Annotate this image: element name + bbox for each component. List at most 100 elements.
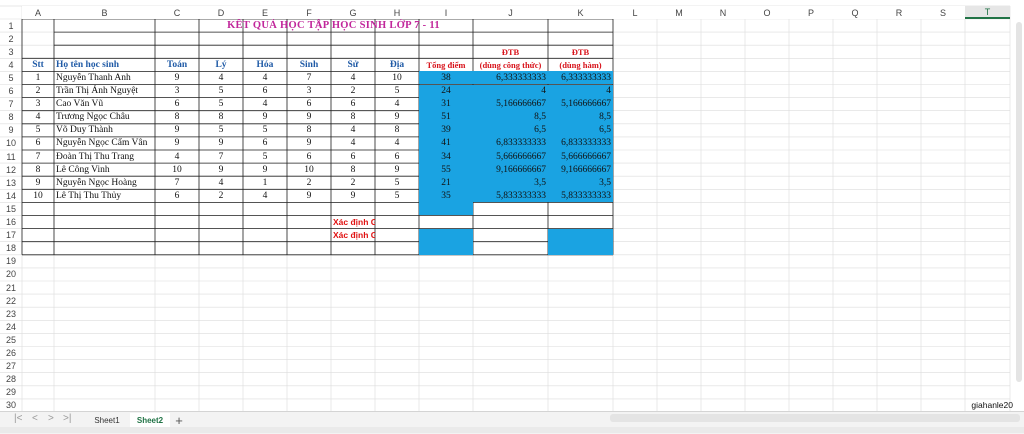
table-cell-ly[interactable]: 9 xyxy=(199,137,243,150)
table-cell-ly[interactable]: 2 xyxy=(199,189,243,202)
table-cell-name[interactable]: Cao Văn Vũ xyxy=(54,98,155,111)
column-header-B[interactable]: B xyxy=(54,6,155,19)
table-cell-dia[interactable]: 8 xyxy=(375,124,419,137)
header-dtb2-top[interactable]: ĐTB xyxy=(548,45,613,58)
table-cell-dtb1[interactable]: 5,166666667 xyxy=(473,98,548,111)
row-header-14[interactable]: 14 xyxy=(0,189,22,202)
table-cell-dia[interactable]: 9 xyxy=(375,163,419,176)
table-cell-dia[interactable]: 10 xyxy=(375,71,419,84)
table-cell-stt[interactable]: 8 xyxy=(22,163,54,176)
table-cell-hoa[interactable]: 5 xyxy=(243,124,287,137)
table-cell-dtb1[interactable]: 5,666666667 xyxy=(473,150,548,163)
table-cell-name[interactable]: Lê Thị Thu Thủy xyxy=(54,189,155,202)
table-cell-hoa[interactable]: 9 xyxy=(243,163,287,176)
table-cell-hoa[interactable]: 9 xyxy=(243,111,287,124)
row-header-9[interactable]: 9 xyxy=(0,124,22,137)
column-title[interactable]: (dùng công thức) xyxy=(473,58,548,71)
table-cell-tong[interactable]: 51 xyxy=(419,111,473,124)
column-header-E[interactable]: E xyxy=(243,6,287,19)
prev-sheet-icon[interactable]: < xyxy=(32,413,38,424)
table-cell-toan[interactable]: 4 xyxy=(155,150,199,163)
spreadsheet-grid[interactable]: ABCDEFGHIJKLMNOPQRST 1 2 3 4 5 6 7 8 9 10 11 12 13 14… xyxy=(0,0,1024,433)
row-header-19[interactable]: 19 xyxy=(0,255,22,268)
table-cell-ly[interactable]: 9 xyxy=(199,163,243,176)
row-header-1[interactable]: 1 xyxy=(0,19,22,32)
table-cell-sinh[interactable]: 9 xyxy=(287,111,331,124)
table-cell-ly[interactable]: 5 xyxy=(199,124,243,137)
table-cell-dia[interactable]: 5 xyxy=(375,176,419,189)
table-cell-ly[interactable]: 7 xyxy=(199,150,243,163)
table-cell-dtb2[interactable]: 8,5 xyxy=(548,111,613,124)
table-cell-su[interactable]: 4 xyxy=(331,124,375,137)
table-cell-hoa[interactable]: 4 xyxy=(243,98,287,111)
table-cell-tong[interactable]: 38 xyxy=(419,71,473,84)
column-header-P[interactable]: P xyxy=(789,6,833,19)
table-cell-stt[interactable]: 10 xyxy=(22,189,54,202)
table-cell-name[interactable]: Nguyễn Ngọc Cẩm Vân xyxy=(54,137,155,150)
column-title[interactable]: Sinh xyxy=(287,58,331,71)
row-header-17[interactable]: 17 xyxy=(0,229,22,242)
table-cell-name[interactable]: Trương Ngọc Châu xyxy=(54,111,155,124)
table-cell-name[interactable]: Nguyễn Ngọc Hoàng xyxy=(54,176,155,189)
table-cell-su[interactable]: 6 xyxy=(331,150,375,163)
table-cell-dtb2[interactable]: 5,666666667 xyxy=(548,150,613,163)
column-header-C[interactable]: C xyxy=(155,6,199,19)
gtnn-tong-cell[interactable] xyxy=(419,228,473,255)
table-cell-su[interactable]: 2 xyxy=(331,85,375,98)
table-cell-stt[interactable]: 4 xyxy=(22,111,54,124)
last-sheet-icon[interactable]: >| xyxy=(63,413,71,424)
table-cell-tong[interactable]: 35 xyxy=(419,189,473,202)
column-title[interactable]: Địa xyxy=(375,58,419,71)
table-cell-sinh[interactable]: 7 xyxy=(287,71,331,84)
table-cell-hoa[interactable]: 4 xyxy=(243,71,287,84)
table-cell-stt[interactable]: 7 xyxy=(22,150,54,163)
column-title[interactable]: Stt xyxy=(22,58,54,71)
table-cell-dtb1[interactable]: 3,5 xyxy=(473,176,548,189)
table-cell-ly[interactable]: 5 xyxy=(199,98,243,111)
table-cell-name[interactable]: Võ Duy Thành xyxy=(54,124,155,137)
column-header-K[interactable]: K xyxy=(548,6,613,19)
row-header-13[interactable]: 13 xyxy=(0,176,22,189)
table-cell-su[interactable]: 4 xyxy=(331,71,375,84)
first-sheet-icon[interactable]: |< xyxy=(14,413,22,424)
row-header-27[interactable]: 27 xyxy=(0,360,22,373)
table-cell-sinh[interactable]: 6 xyxy=(287,150,331,163)
row-header-3[interactable]: 3 xyxy=(0,45,22,58)
table-cell-dtb2[interactable]: 6,5 xyxy=(548,124,613,137)
table-cell-toan[interactable]: 6 xyxy=(155,189,199,202)
table-cell-toan[interactable]: 9 xyxy=(155,124,199,137)
column-header-M[interactable]: M xyxy=(657,6,701,19)
column-header-R[interactable]: R xyxy=(877,6,921,19)
table-cell-dtb2[interactable]: 3,5 xyxy=(548,176,613,189)
row-header-7[interactable]: 7 xyxy=(0,98,22,111)
horizontal-scrollbar[interactable] xyxy=(610,414,1020,422)
page-title[interactable]: KẾT QUẢ HỌC TẬP HỌC SINH LỚP 7 - 11 xyxy=(54,19,613,32)
row-header-6[interactable]: 6 xyxy=(0,85,22,98)
table-cell-toan[interactable]: 7 xyxy=(155,176,199,189)
table-cell-dtb2[interactable]: 9,166666667 xyxy=(548,163,613,176)
table-cell-ly[interactable]: 5 xyxy=(199,85,243,98)
table-cell-su[interactable]: 9 xyxy=(331,189,375,202)
row-header-2[interactable]: 2 xyxy=(0,32,22,45)
column-header-T[interactable]: T xyxy=(965,6,1010,19)
gtnn-label[interactable]: Xác định GTNN xyxy=(331,229,375,242)
add-sheet-button[interactable]: + xyxy=(172,413,186,428)
table-cell-dtb2[interactable]: 4 xyxy=(548,85,613,98)
column-header-D[interactable]: D xyxy=(199,6,243,19)
row-header-25[interactable]: 25 xyxy=(0,333,22,346)
table-cell-su[interactable]: 2 xyxy=(331,176,375,189)
table-cell-sinh[interactable]: 6 xyxy=(287,98,331,111)
column-title[interactable]: Họ tên học sinh xyxy=(54,58,155,71)
table-cell-toan[interactable]: 9 xyxy=(155,71,199,84)
column-header-O[interactable]: O xyxy=(745,6,789,19)
row-header-10[interactable]: 10 xyxy=(0,137,22,150)
gtln-label[interactable]: Xác định GTLN xyxy=(331,216,375,229)
table-cell-stt[interactable]: 3 xyxy=(22,98,54,111)
table-cell-dtb1[interactable]: 8,5 xyxy=(473,111,548,124)
header-dtb1-top[interactable]: ĐTB xyxy=(473,45,548,58)
table-cell-name[interactable]: Nguyễn Thanh Anh xyxy=(54,71,155,84)
table-cell-dia[interactable]: 4 xyxy=(375,98,419,111)
row-header-5[interactable]: 5 xyxy=(0,71,22,84)
table-cell-name[interactable]: Trần Thị Ánh Nguyệt xyxy=(54,85,155,98)
row-header-20[interactable]: 20 xyxy=(0,268,22,281)
